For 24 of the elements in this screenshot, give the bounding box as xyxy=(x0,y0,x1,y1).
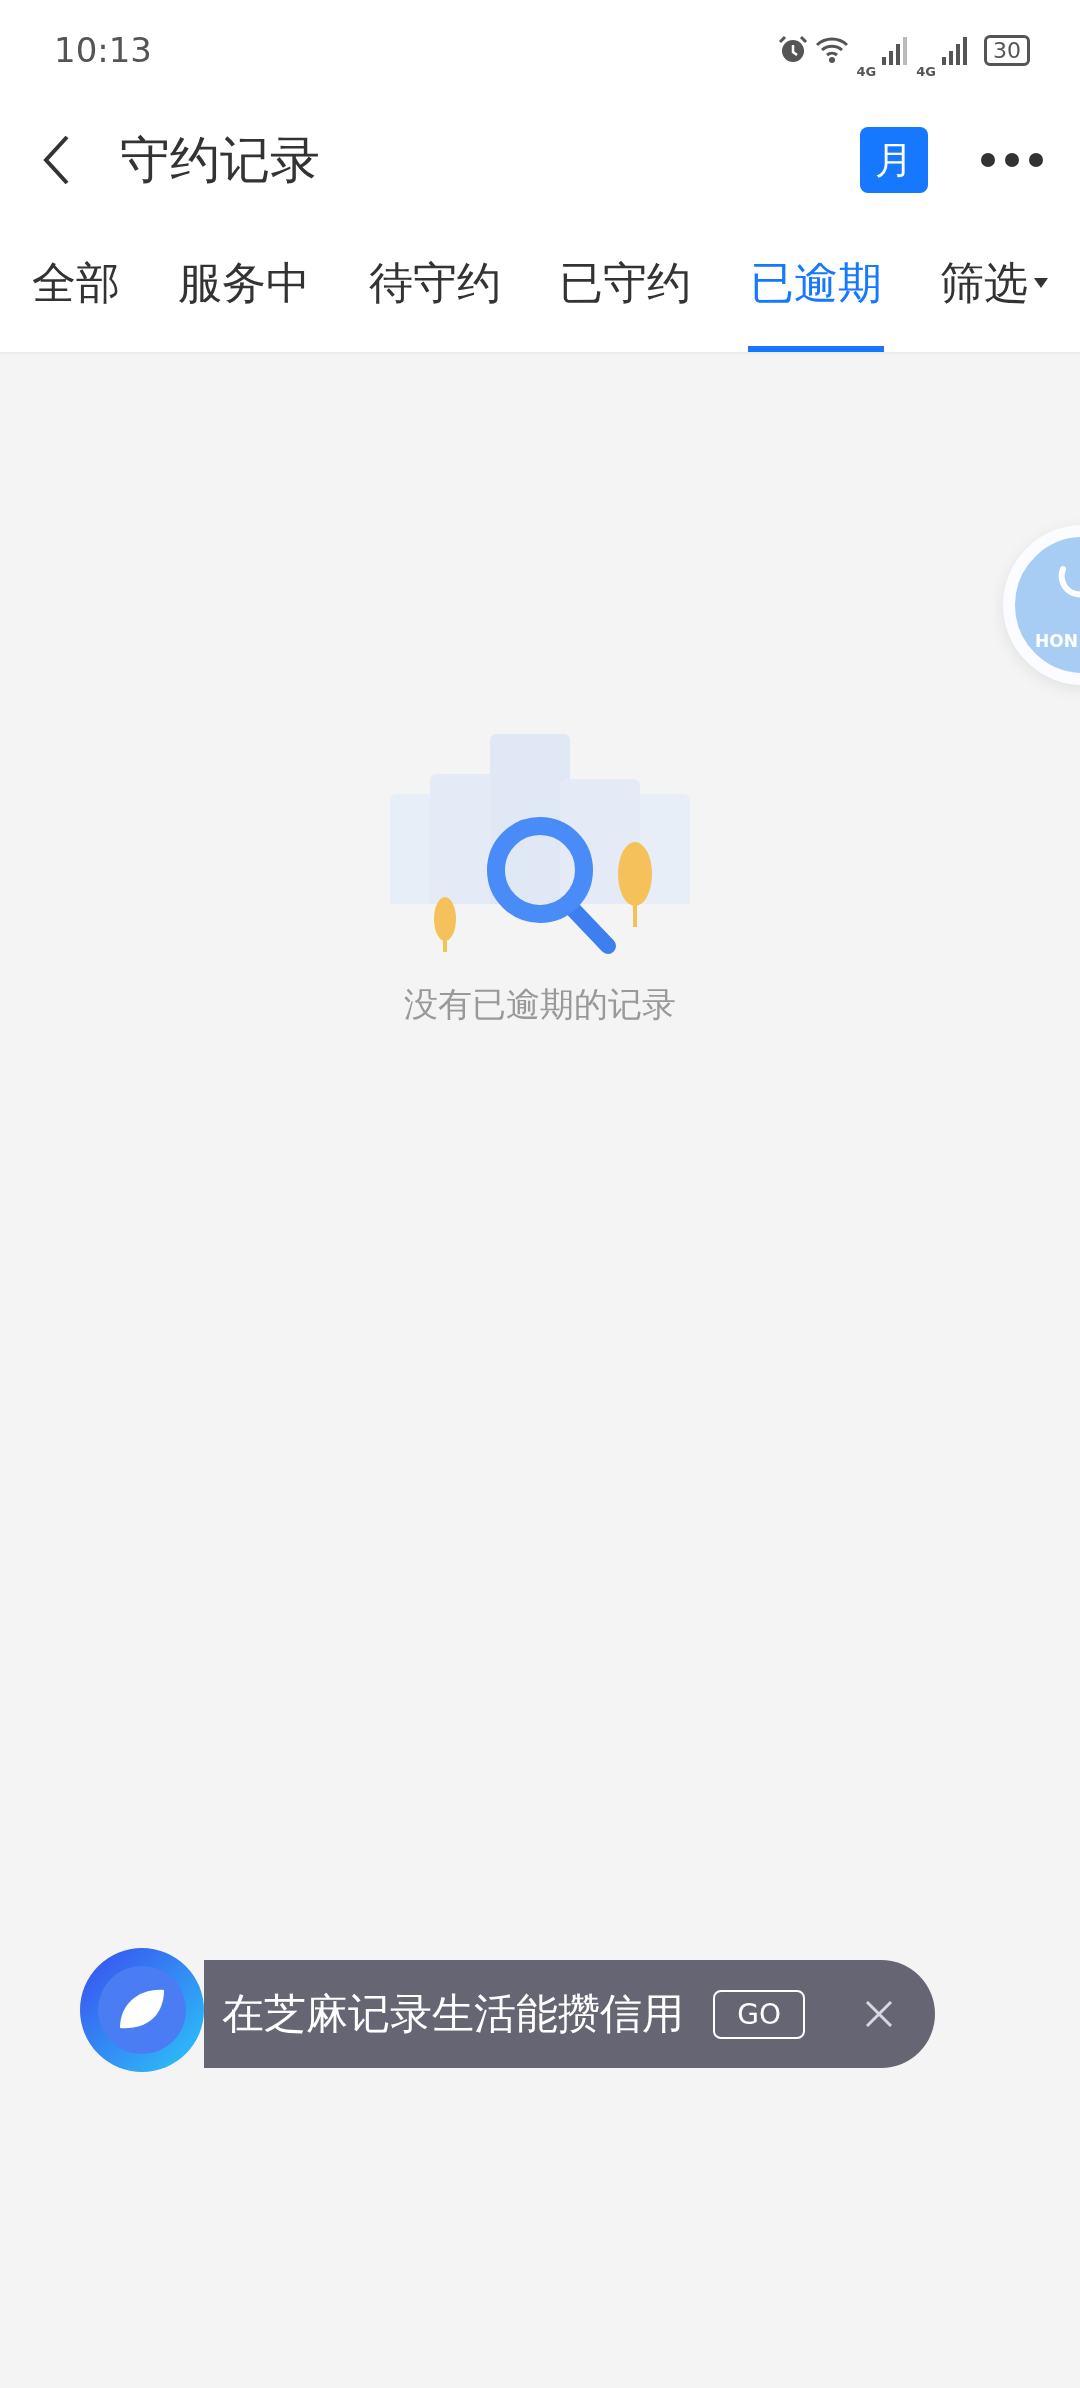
close-icon[interactable] xyxy=(865,2000,893,2028)
status-time: 10:13 xyxy=(54,30,153,70)
go-button[interactable]: GO xyxy=(713,1989,805,2039)
promo-text: 在芝麻记录生活能攒信用 xyxy=(222,1988,685,2040)
tab[interactable]: 已逾期 xyxy=(747,220,884,352)
floating-label: HON xyxy=(1035,631,1078,651)
page-title: 守约记录 xyxy=(120,129,320,191)
filter-button[interactable]: 筛选 xyxy=(937,220,1050,352)
tab[interactable]: 已守约 xyxy=(557,220,694,352)
calendar-button[interactable]: 月 xyxy=(860,127,928,193)
more-icon[interactable] xyxy=(980,152,1044,168)
signal-icon xyxy=(942,35,970,65)
promo-banner[interactable]: 在芝麻记录生活能攒信用 GO xyxy=(204,1960,935,2068)
back-icon xyxy=(42,134,70,186)
network-label: 4G xyxy=(916,63,936,79)
tab[interactable]: 全部 xyxy=(30,220,122,352)
network-label: 4G xyxy=(856,63,877,79)
wifi-icon xyxy=(814,35,851,65)
empty-message: 没有已逾期的记录 xyxy=(404,983,676,1026)
tab[interactable]: 服务中 xyxy=(176,220,313,352)
leaf-logo-icon xyxy=(80,1948,204,2072)
battery-level: 30 xyxy=(984,34,1030,66)
caret-icon xyxy=(1033,278,1048,288)
tab[interactable]: 待守约 xyxy=(366,220,503,352)
